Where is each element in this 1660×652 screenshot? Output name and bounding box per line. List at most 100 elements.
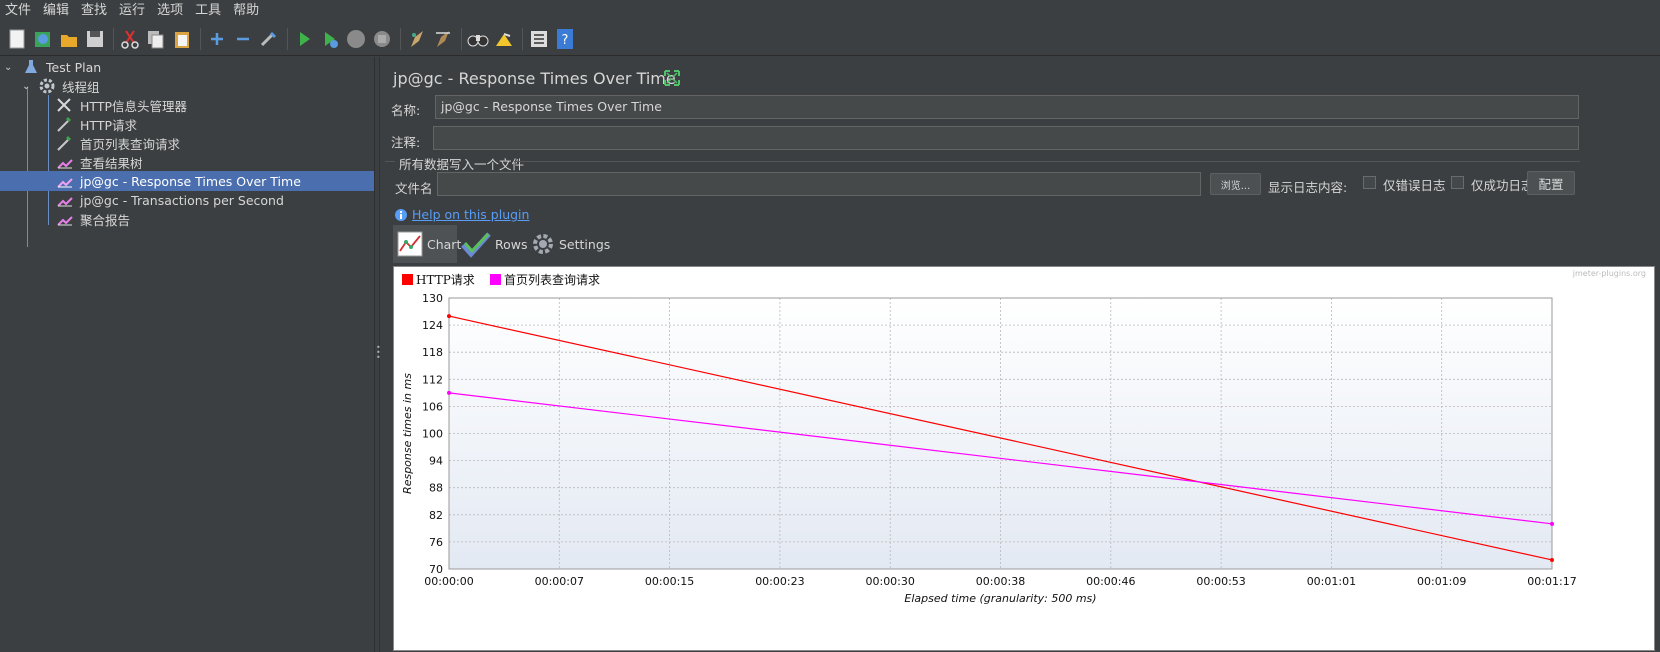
stop-icon[interactable]: [345, 27, 367, 51]
graph-icon: [56, 192, 74, 208]
legend-label: HTTP请求: [416, 273, 475, 287]
tree-item-thread-group[interactable]: ⌄ 线程组: [0, 76, 374, 96]
svg-text:?: ?: [562, 33, 569, 48]
tree-item-header-manager[interactable]: HTTP信息头管理器: [0, 95, 374, 115]
help-plugin-link[interactable]: Help on this plugin: [412, 207, 529, 222]
y-tick-label: 130: [422, 292, 443, 305]
tree-item-aggregate-report[interactable]: 聚合报告: [0, 209, 374, 229]
menu-search[interactable]: 查找: [76, 0, 114, 22]
menu-run[interactable]: 运行: [114, 0, 152, 22]
open-icon[interactable]: [58, 27, 80, 51]
toggle-icon[interactable]: [258, 27, 280, 51]
configure-button[interactable]: 配置: [1527, 171, 1575, 195]
y-axis-label: Response times in ms: [401, 373, 414, 494]
tab-settings[interactable]: Settings: [531, 225, 611, 263]
name-label: 名称:: [391, 103, 421, 118]
tree-item-label: 首页列表查询请求: [80, 136, 181, 152]
group-border: [385, 161, 395, 162]
tree-item-view-results-tree[interactable]: 查看结果树: [0, 152, 374, 172]
maximize-icon[interactable]: [663, 69, 681, 91]
x-tick-label: 00:01:17: [1527, 575, 1576, 588]
tree-item-http-request[interactable]: HTTP请求: [0, 114, 374, 134]
menu-file[interactable]: 文件: [0, 0, 38, 22]
toolbar-separator: [400, 27, 401, 50]
help-icon[interactable]: ?: [554, 27, 576, 51]
tab-label: Chart: [427, 236, 462, 252]
page-title: jp@gc - Response Times Over Time: [393, 69, 676, 88]
name-field[interactable]: jp@gc - Response Times Over Time: [435, 95, 1579, 119]
errors-only-checkbox[interactable]: [1363, 176, 1376, 189]
group-border: [514, 161, 1580, 162]
data-point: [447, 314, 451, 319]
menu-help[interactable]: 帮助: [228, 0, 266, 22]
plugin-panel: jp@gc - Response Times Over Time 名称: jp@…: [381, 57, 1660, 652]
y-tick-label: 112: [422, 373, 443, 386]
x-tick-label: 00:00:30: [865, 575, 914, 588]
tree-item-transactions-per-second[interactable]: jp@gc - Transactions per Second: [0, 190, 374, 210]
new-icon[interactable]: [6, 27, 28, 51]
tree-item-response-times-over-time[interactable]: jp@gc - Response Times Over Time: [0, 171, 374, 191]
graph-icon: [56, 173, 74, 189]
tree-item-label: 线程组: [62, 79, 100, 95]
success-only-checkbox[interactable]: [1451, 176, 1464, 189]
toolbar: ?: [0, 22, 1660, 56]
data-point: [1550, 557, 1554, 562]
tab-chart[interactable]: Chart: [393, 225, 461, 263]
clear-all-icon[interactable]: [432, 27, 454, 51]
browse-button[interactable]: 浏览...: [1210, 173, 1261, 195]
x-axis-label: Elapsed time (granularity: 500 ms): [904, 592, 1096, 605]
tab-label: Settings: [559, 236, 611, 252]
filename-input[interactable]: [437, 172, 1201, 196]
y-tick-label: 76: [429, 536, 443, 549]
toolbar-separator: [461, 27, 462, 50]
tree-item-homepage-list-request[interactable]: 首页列表查询请求: [0, 133, 374, 153]
success-only-label[interactable]: 仅成功日志: [1471, 175, 1534, 194]
comment-field[interactable]: [433, 126, 1579, 150]
filename-label: 文件名: [395, 181, 433, 196]
cut-icon[interactable]: [119, 27, 141, 51]
tree-item-label: 聚合报告: [80, 212, 131, 228]
reset-search-icon[interactable]: [493, 27, 515, 51]
chart-panel: 70 76 82 88 94 100 106 112 118 124 130 00:00:00 00:0…: [393, 266, 1655, 651]
x-tick-label: 00:00:15: [645, 575, 694, 588]
start-no-timers-icon[interactable]: [319, 27, 341, 51]
tab-rows[interactable]: Rows: [461, 225, 528, 263]
toolbar-separator: [200, 27, 201, 50]
y-tick-label: 118: [422, 346, 443, 359]
tree-item-label: HTTP信息头管理器: [80, 98, 187, 114]
chart-tab-icon: [397, 231, 423, 257]
legend-swatch: [402, 274, 413, 285]
function-helper-icon[interactable]: [528, 27, 550, 51]
csdn-watermark: CSDN @所谓远行Misnearch: [1182, 614, 1527, 644]
gear-icon: [38, 78, 56, 94]
templates-icon[interactable]: [32, 27, 54, 51]
test-plan-tree: ⌄ Test Plan ⌄ 线程组 HTTP信息头管理器 HTTP请求 首页列表…: [0, 57, 374, 652]
toolbar-separator: [113, 27, 114, 50]
comment-label: 注释:: [391, 135, 421, 150]
save-icon[interactable]: [84, 27, 106, 51]
menu-tools[interactable]: 工具: [190, 0, 228, 22]
errors-only-label[interactable]: 仅错误日志: [1383, 175, 1446, 194]
graph-icon: [56, 211, 74, 227]
splitter-grip-icon[interactable]: •••: [376, 344, 381, 362]
y-tick-label: 100: [422, 428, 443, 441]
collapse-icon[interactable]: [232, 27, 254, 51]
y-tick-label: 124: [422, 319, 443, 332]
response-times-chart: 707682889410010611211812413000:00:00 00:0…: [394, 267, 1654, 650]
x-tick-label: 00:00:46: [1086, 575, 1135, 588]
menu-edit[interactable]: 编辑: [38, 0, 76, 22]
clear-icon[interactable]: [406, 27, 428, 51]
start-icon[interactable]: [293, 27, 315, 51]
search-icon[interactable]: [467, 27, 489, 51]
shutdown-icon[interactable]: [371, 27, 393, 51]
copy-icon[interactable]: [145, 27, 167, 51]
tree-item-label: Test Plan: [46, 59, 102, 75]
gear-icon: [531, 232, 555, 256]
tree-item-label: HTTP请求: [80, 117, 137, 133]
paste-icon[interactable]: [171, 27, 193, 51]
chevron-down-icon[interactable]: ⌄: [22, 81, 36, 92]
menu-options[interactable]: 选项: [152, 0, 190, 22]
expand-icon[interactable]: [206, 27, 228, 51]
chevron-down-icon[interactable]: ⌄: [4, 62, 18, 73]
tree-item-test-plan[interactable]: ⌄ Test Plan: [0, 57, 374, 77]
